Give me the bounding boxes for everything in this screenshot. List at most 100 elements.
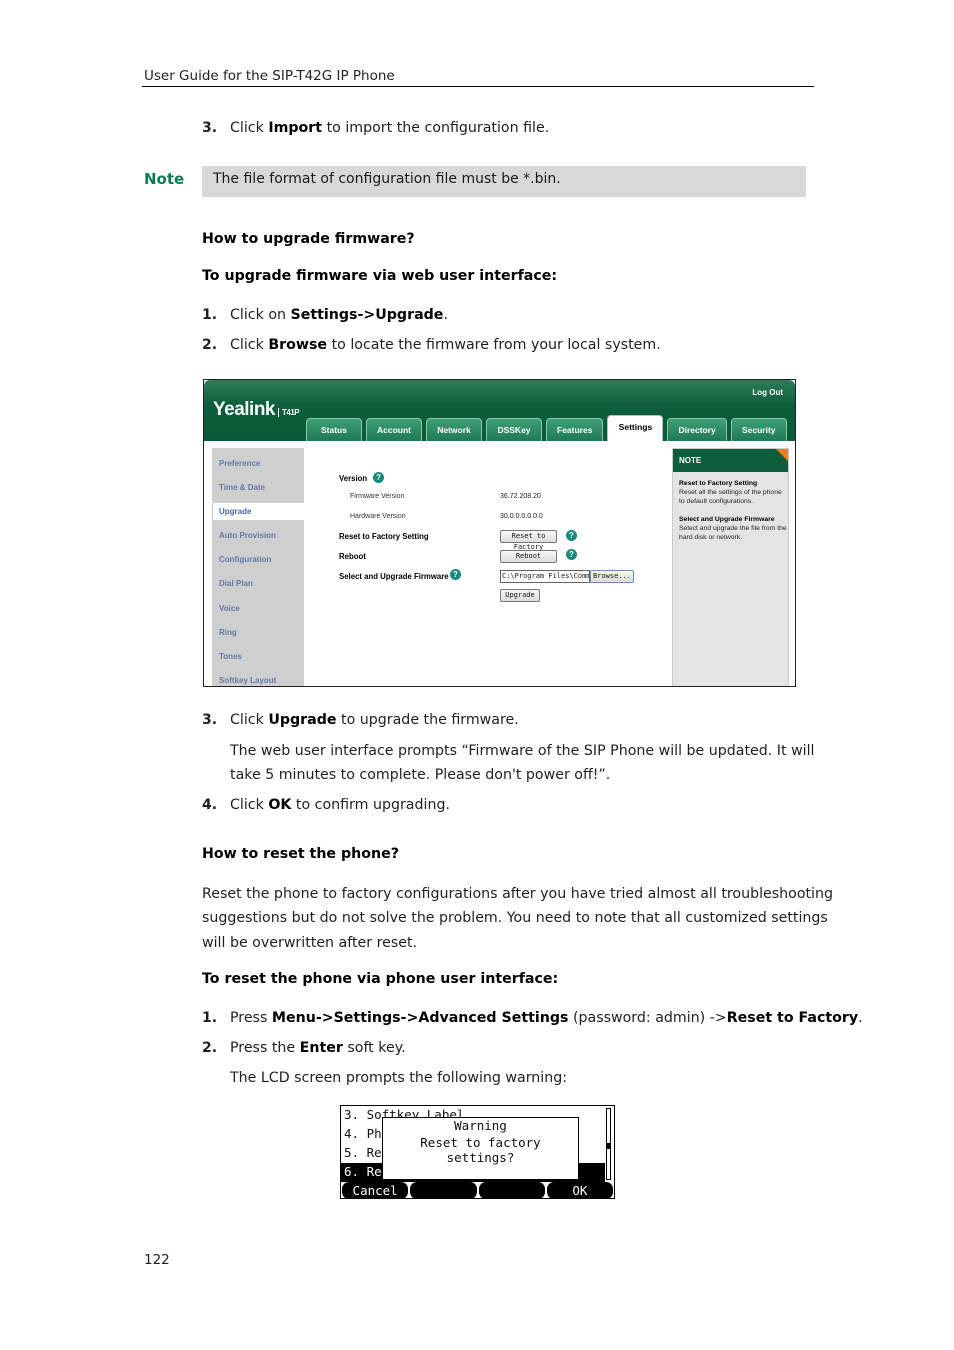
note-item-title: Reset to Factory Setting [679,480,758,487]
reset-to-factory-button[interactable]: Reset to Factory [500,530,557,551]
sidebar-item-voice[interactable]: Voice [219,604,240,613]
note-panel-body: Reset to Factory Setting Reset all the s… [679,479,787,542]
upgrade-step-3: 3. Click Upgrade to upgrade the firmware… [0,708,954,732]
step-number: 3. [202,712,218,728]
bold-term: Settings [333,1010,401,1026]
text: . [443,307,448,323]
tab-features[interactable]: Features [546,418,604,441]
bold-term: Upgrade [268,712,337,728]
step-number: 3. [202,120,218,136]
step-number: 1. [202,307,218,323]
text: to import the configuration file. [322,120,550,136]
bold-term: Import [268,120,323,136]
lcd-scrollbar [606,1108,611,1180]
section-heading-upgrade: How to upgrade firmware? [202,231,415,247]
upgrade-prompt-line-2: take 5 minutes to complete. Please don't… [230,767,611,783]
upgrade-form [308,448,668,686]
subheading-upgrade-web: To upgrade firmware via web user interfa… [202,268,558,284]
sidebar-item-auto-provision[interactable]: Auto Provision [219,531,276,540]
text: Click [230,337,269,353]
lcd-menu-row: 5. Re [344,1145,382,1160]
page-number: 122 [144,1252,170,1268]
bold-term: Menu [271,1010,316,1026]
tab-security[interactable]: Security [730,418,787,441]
reset-para-line-1: Reset the phone to factory configuration… [202,886,833,902]
web-ui-screenshot: Yealink T41P Log Out Status Account Netwo… [203,379,796,687]
upgrade-step-2: 2. Click Browse to locate the firmware f… [0,333,954,357]
text: Press [230,1010,272,1026]
softkey-empty[interactable] [478,1182,545,1198]
text: -> [400,1010,419,1026]
warning-message: Reset to factory settings? [420,1135,541,1165]
lcd-screenshot: 3. Softkey Label 4. Ph 5. Re 6. Re Warni… [340,1105,615,1199]
reset-para-line-3: will be overwritten after reset. [202,935,418,951]
help-icon[interactable]: ? [566,530,577,541]
step-number: 4. [202,797,218,813]
help-icon[interactable]: ? [450,569,461,580]
step-number: 2. [202,337,218,353]
model-label: T41P [278,408,300,417]
lcd-scroll-thumb [607,1143,610,1149]
note-item-text: Select and upgrade the file from the har… [679,525,787,541]
note-label: Note [144,170,185,188]
note-item-title: Select and Upgrade Firmware [679,516,775,523]
logout-link[interactable]: Log Out [752,388,783,397]
text: -> [315,1010,334,1026]
note-panel-title: NOTE [673,449,788,472]
logo-text: Yealink [213,399,276,420]
firmware-version-label: Firmware Version [350,493,405,500]
section-heading-reset: How to reset the phone? [202,846,399,862]
sidebar-item-time-date[interactable]: Time & Date [219,483,265,492]
lcd-intro: The LCD screen prompts the following war… [230,1070,567,1086]
upgrade-firmware-label: Select and Upgrade Firmware [339,572,449,581]
text: . [858,1010,863,1026]
warning-title: Warning [454,1118,507,1133]
web-header: Yealink T41P Log Out Status Account Netwo… [204,380,795,441]
reset-para-line-2: suggestions but do not solve the problem… [202,910,828,926]
help-icon[interactable]: ? [566,549,577,560]
text: to upgrade the firmware. [336,712,519,728]
header-rule [142,86,814,87]
softkey-cancel[interactable]: Cancel [342,1182,409,1198]
sidebar-item-ring[interactable]: Ring [219,628,237,637]
note-box: The file format of configuration file mu… [202,166,806,197]
sidebar-item-tones[interactable]: Tones [219,652,242,661]
reset-step-1: 1. Press Menu->Settings->Advanced Settin… [0,1006,954,1030]
reboot-button[interactable]: Reboot [500,550,557,563]
text: to locate the firmware from your local s… [327,337,661,353]
text: soft key. [342,1040,406,1056]
text: Click on [230,307,291,323]
firmware-version-value: 36.72.208.20 [500,493,541,500]
bold-term: Advanced Settings [418,1010,569,1026]
reset-factory-label: Reset to Factory Setting [339,532,429,541]
lcd-menu-row: 4. Ph [344,1126,382,1141]
text: to confirm upgrading. [291,797,450,813]
upgrade-prompt-line-1: The web user interface prompts “Firmware… [230,743,815,759]
sidebar-item-upgrade[interactable]: Upgrade [213,503,305,520]
tab-status[interactable]: Status [306,418,362,441]
sidebar-item-preference[interactable]: Preference [219,459,260,468]
softkey-empty[interactable] [410,1182,477,1198]
tab-settings[interactable]: Settings [607,415,664,441]
tab-account[interactable]: Account [366,418,422,441]
tab-directory[interactable]: Directory [667,418,727,441]
browse-button[interactable]: Browse... [590,570,634,583]
bold-term: Enter [299,1040,343,1056]
upgrade-step-1: 1. Click on Settings->Upgrade. [0,303,954,327]
sidebar-item-configuration[interactable]: Configuration [219,555,271,564]
text: Click [230,797,269,813]
sidebar-item-softkey-layout[interactable]: Softkey Layout [219,676,276,685]
tab-network[interactable]: Network [426,418,482,441]
bold-term: Browse [268,337,328,353]
bold-term: Settings->Upgrade [290,307,444,323]
note-panel: NOTE Reset to Factory Setting Reset all … [672,448,789,686]
note-item-text: Reset all the settings of the phone to d… [679,489,782,505]
sidebar-item-dial-plan[interactable]: Dial Plan [219,579,253,588]
upgrade-button[interactable]: Upgrade [500,589,540,602]
help-icon[interactable]: ? [373,472,384,483]
firmware-file-input[interactable]: C:\Program Files\Comm [500,570,590,583]
text: (password: admin) -> [568,1010,727,1026]
note-corner-decoration [776,449,788,461]
tab-dsskey[interactable]: DSSKey [486,418,542,441]
softkey-ok[interactable]: OK [546,1182,613,1198]
